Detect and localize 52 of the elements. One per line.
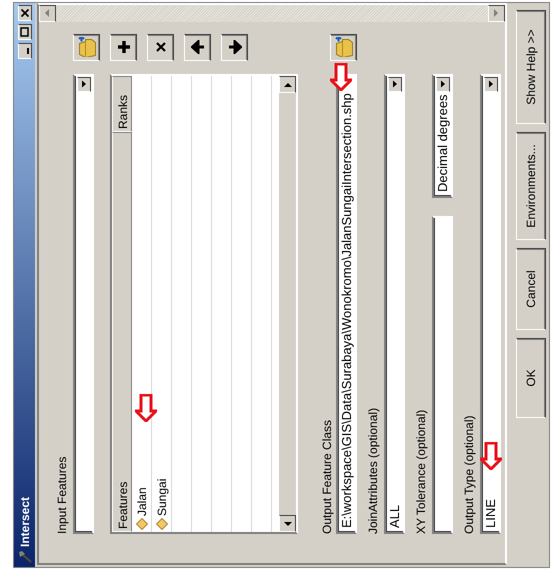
dropdown-button[interactable] xyxy=(388,77,402,92)
minimize-button[interactable] xyxy=(18,43,32,59)
plus-icon xyxy=(116,40,130,54)
annotation-arrow-icon xyxy=(480,442,502,470)
scroll-bar[interactable] xyxy=(279,76,296,532)
window-title: Intersect xyxy=(18,496,32,547)
dropdown-field[interactable]: Decimal degrees xyxy=(432,74,453,198)
input-field[interactable] xyxy=(432,216,453,534)
dropdown-field[interactable] xyxy=(73,74,94,534)
diamond-icon xyxy=(136,518,148,530)
right-arrow-icon xyxy=(228,40,242,54)
caret-icon xyxy=(80,80,87,88)
field-label: Output Feature Class xyxy=(320,420,334,534)
browse-button[interactable] xyxy=(73,34,100,61)
minimize-icon xyxy=(26,48,28,54)
dropdown-field[interactable]: ALL xyxy=(384,74,405,534)
remove-button[interactable] xyxy=(147,34,174,61)
field-label: Output Type (optional) xyxy=(462,415,476,534)
field-label: XY Tolerance (optional) xyxy=(414,410,428,534)
maximize-button[interactable] xyxy=(18,24,32,40)
maximize-icon xyxy=(20,27,29,37)
dropdown-field[interactable]: LINE xyxy=(480,74,501,534)
annotation-arrow-icon xyxy=(330,63,352,91)
browse-button[interactable] xyxy=(330,34,357,61)
close-button[interactable] xyxy=(18,5,32,21)
dropdown-button[interactable] xyxy=(436,77,450,92)
left-arrow-icon xyxy=(190,40,204,54)
move-up-button[interactable] xyxy=(184,34,211,61)
field-label: JoinAttributes (optional) xyxy=(366,408,380,534)
dropdown-button[interactable] xyxy=(76,77,90,92)
caret-icon xyxy=(439,80,446,88)
hammer-icon xyxy=(18,550,32,564)
dialog-button[interactable]: Show Help >> xyxy=(516,10,546,124)
close-icon xyxy=(20,8,30,18)
input-field[interactable]: E:\workspace\GIS\Data\Surabaya\Wonokromo\JalanSungaiIntersection.shp xyxy=(336,74,357,534)
dialog-button[interactable]: Cancel xyxy=(516,248,546,330)
dropdown-button[interactable] xyxy=(484,77,498,92)
move-down-button[interactable] xyxy=(221,34,248,61)
table-cell[interactable]: Jalan xyxy=(135,487,149,516)
dialog-button[interactable]: Environments... xyxy=(516,132,546,240)
diamond-icon xyxy=(156,518,168,530)
dialog-button[interactable]: OK xyxy=(516,338,546,418)
column-header[interactable]: Features xyxy=(112,132,132,532)
add-button[interactable] xyxy=(110,34,137,61)
scroll-bar[interactable] xyxy=(39,5,505,22)
caret-icon xyxy=(391,80,398,88)
field-label: Input Features xyxy=(55,456,69,534)
column-header[interactable]: Ranks xyxy=(112,76,132,132)
delete-icon xyxy=(154,40,168,54)
table-cell[interactable]: Sungai xyxy=(155,478,169,516)
annotation-arrow-icon xyxy=(135,394,157,422)
caret-icon xyxy=(487,80,494,88)
